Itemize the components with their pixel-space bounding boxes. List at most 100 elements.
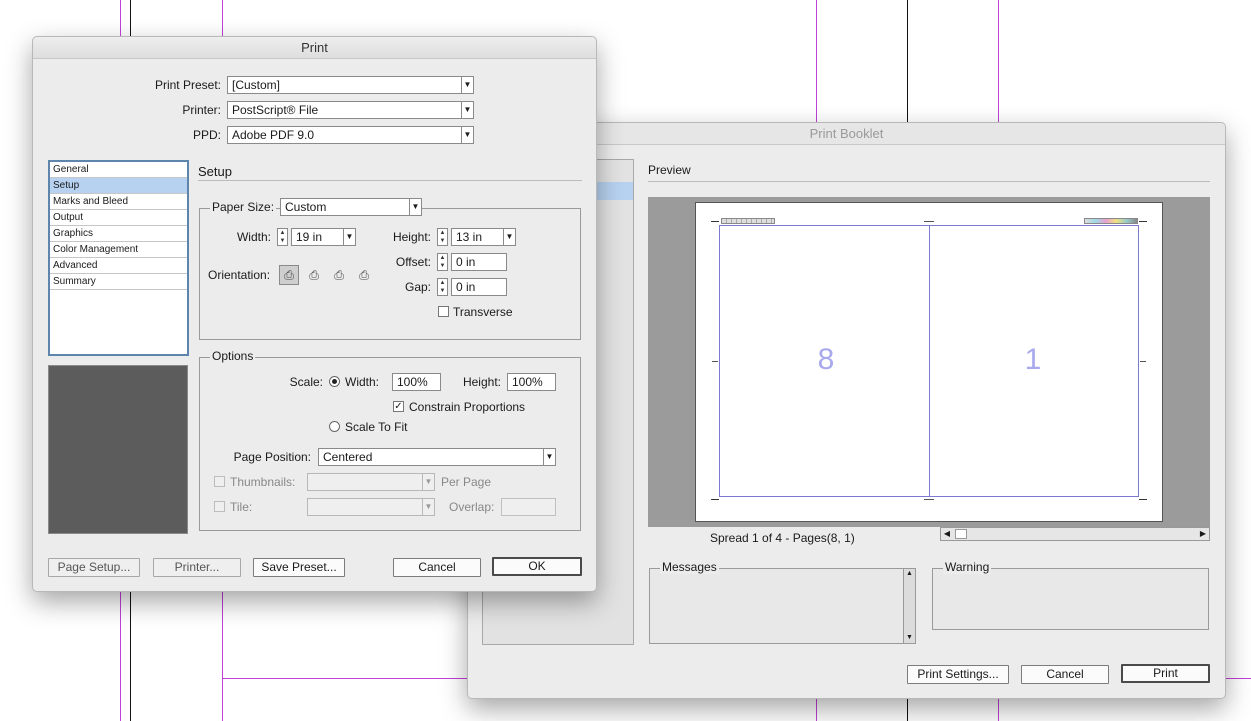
grayscale-color-bar	[721, 218, 775, 224]
category-item-marks-and-bleed[interactable]: Marks and Bleed	[50, 194, 187, 210]
scroll-thumb[interactable]	[955, 529, 967, 539]
orientation-label: Orientation:	[208, 268, 271, 282]
thumbnails-select[interactable]: ▼	[307, 473, 435, 491]
scale-to-fit-radio[interactable]	[329, 421, 340, 432]
warning-label: Warning	[943, 560, 992, 574]
scale-width-field[interactable]: 100%	[392, 373, 441, 391]
ppd-select[interactable]: Adobe PDF 9.0 ▼	[227, 126, 474, 144]
print-settings-button[interactable]: Print Settings...	[907, 665, 1009, 684]
offset-stepper[interactable]: ▲ ▼	[437, 253, 448, 271]
category-item-advanced[interactable]: Advanced	[50, 258, 187, 274]
height-stepper[interactable]: ▲ ▼	[437, 228, 448, 246]
overlap-label: Overlap:	[449, 500, 495, 514]
scale-label: Scale:	[289, 375, 323, 389]
paper-size-value: Custom	[285, 200, 327, 214]
transverse-checkbox[interactable]	[438, 306, 449, 317]
scale-height-label: Height:	[462, 375, 501, 389]
thumbnails-checkbox[interactable]	[214, 476, 225, 487]
section-title: Setup	[198, 164, 232, 179]
printer-value: PostScript® File	[232, 103, 319, 117]
booklet-preview: 8 1	[648, 197, 1210, 527]
reverse-landscape-orientation-icon[interactable]: ⎙	[354, 265, 374, 285]
chevron-down-icon: ▼	[543, 449, 555, 465]
scale-width-radio[interactable]	[329, 376, 340, 387]
registration-mark	[712, 361, 718, 362]
page-setup-button[interactable]: Page Setup...	[48, 558, 140, 577]
booklet-print-button[interactable]: Print	[1121, 664, 1210, 683]
crop-mark	[1139, 221, 1147, 222]
scroll-right-arrow[interactable]: ▶	[1198, 528, 1208, 540]
category-item-general[interactable]: General	[50, 162, 187, 178]
scale-to-fit-label: Scale To Fit	[345, 420, 408, 434]
ok-button[interactable]: OK	[492, 557, 582, 576]
printer-select[interactable]: PostScript® File ▼	[227, 101, 474, 119]
height-select[interactable]: 13 in ▼	[451, 228, 516, 246]
color-bar	[1084, 218, 1138, 224]
paper-size-select[interactable]: Custom ▼	[280, 198, 422, 216]
ppd-label: PPD:	[192, 128, 221, 142]
category-item-color-management[interactable]: Color Management	[50, 242, 187, 258]
category-item-graphics[interactable]: Graphics	[50, 226, 187, 242]
print-preset-label: Print Preset:	[154, 78, 221, 92]
booklet-cancel-button[interactable]: Cancel	[1021, 665, 1109, 684]
portrait-orientation-icon[interactable]: ⎙	[279, 265, 299, 285]
preview-sheet: 8 1	[695, 202, 1163, 522]
thumbnails-label: Thumbnails:	[230, 475, 296, 489]
spread-fold-line	[929, 225, 930, 497]
scroll-left-arrow[interactable]: ◀	[942, 528, 952, 540]
constrain-proportions-checkbox[interactable]: ✓	[393, 401, 404, 412]
width-label: Width:	[236, 230, 271, 244]
landscape-orientation-icon[interactable]: ⎙	[304, 265, 324, 285]
warning-group: Warning	[932, 560, 1209, 630]
offset-label: Offset:	[395, 255, 431, 269]
gap-field[interactable]: 0 in	[451, 278, 507, 296]
ppd-value: Adobe PDF 9.0	[232, 128, 315, 142]
tile-checkbox[interactable]	[214, 501, 225, 512]
save-preset-button[interactable]: Save Preset...	[253, 558, 345, 577]
gap-label: Gap:	[404, 280, 431, 294]
chevron-down-icon: ▼	[343, 229, 355, 245]
paper-size-label: Paper Size:	[210, 200, 277, 214]
printer-button[interactable]: Printer...	[153, 558, 241, 577]
scale-width-label: Width:	[345, 375, 380, 389]
offset-field[interactable]: 0 in	[451, 253, 507, 271]
per-page-label: Per Page	[441, 475, 492, 489]
category-item-summary[interactable]: Summary	[50, 274, 187, 290]
crop-mark	[711, 221, 719, 222]
overlap-field[interactable]	[501, 498, 556, 516]
chevron-down-icon: ▼	[461, 77, 473, 93]
chevron-down-icon: ▼	[409, 199, 421, 215]
page-position-value: Centered	[323, 450, 373, 464]
category-item-output[interactable]: Output	[50, 210, 187, 226]
width-stepper[interactable]: ▲ ▼	[277, 228, 288, 246]
messages-scrollbar[interactable]: ▲ ▼	[903, 569, 915, 643]
chevron-down-icon: ▼	[422, 499, 434, 515]
page-position-select[interactable]: Centered ▼	[318, 448, 556, 466]
chevron-down-icon: ▼	[461, 127, 473, 143]
print-preset-select[interactable]: [Custom] ▼	[227, 76, 474, 94]
preview-separator	[648, 181, 1210, 182]
height-label: Height:	[392, 230, 431, 244]
messages-label: Messages	[660, 560, 719, 574]
print-title: Print	[33, 37, 596, 59]
width-select[interactable]: 19 in ▼	[291, 228, 356, 246]
scale-height-field[interactable]: 100%	[507, 373, 556, 391]
crop-mark	[1139, 499, 1147, 500]
preview-scrollbar[interactable]: ◀ ▶	[940, 527, 1210, 541]
preview-label: Preview	[648, 163, 691, 177]
cancel-button[interactable]: Cancel	[393, 558, 481, 577]
tile-label: Tile:	[230, 500, 253, 514]
printer-label: Printer:	[182, 103, 221, 117]
page-preview-thumbnail	[48, 365, 188, 534]
height-value: 13 in	[456, 230, 483, 244]
chevron-down-icon: ▼	[503, 229, 515, 245]
reverse-portrait-orientation-icon[interactable]: ⎙	[329, 265, 349, 285]
chevron-down-icon: ▼	[461, 102, 473, 118]
crop-mark	[711, 499, 719, 500]
category-item-setup[interactable]: Setup	[50, 178, 187, 194]
constrain-proportions-label: Constrain Proportions	[409, 400, 526, 414]
gap-stepper[interactable]: ▲ ▼	[437, 278, 448, 296]
width-value: 19 in	[296, 230, 323, 244]
transverse-label: Transverse	[453, 305, 513, 319]
tile-select[interactable]: ▼	[307, 498, 435, 516]
